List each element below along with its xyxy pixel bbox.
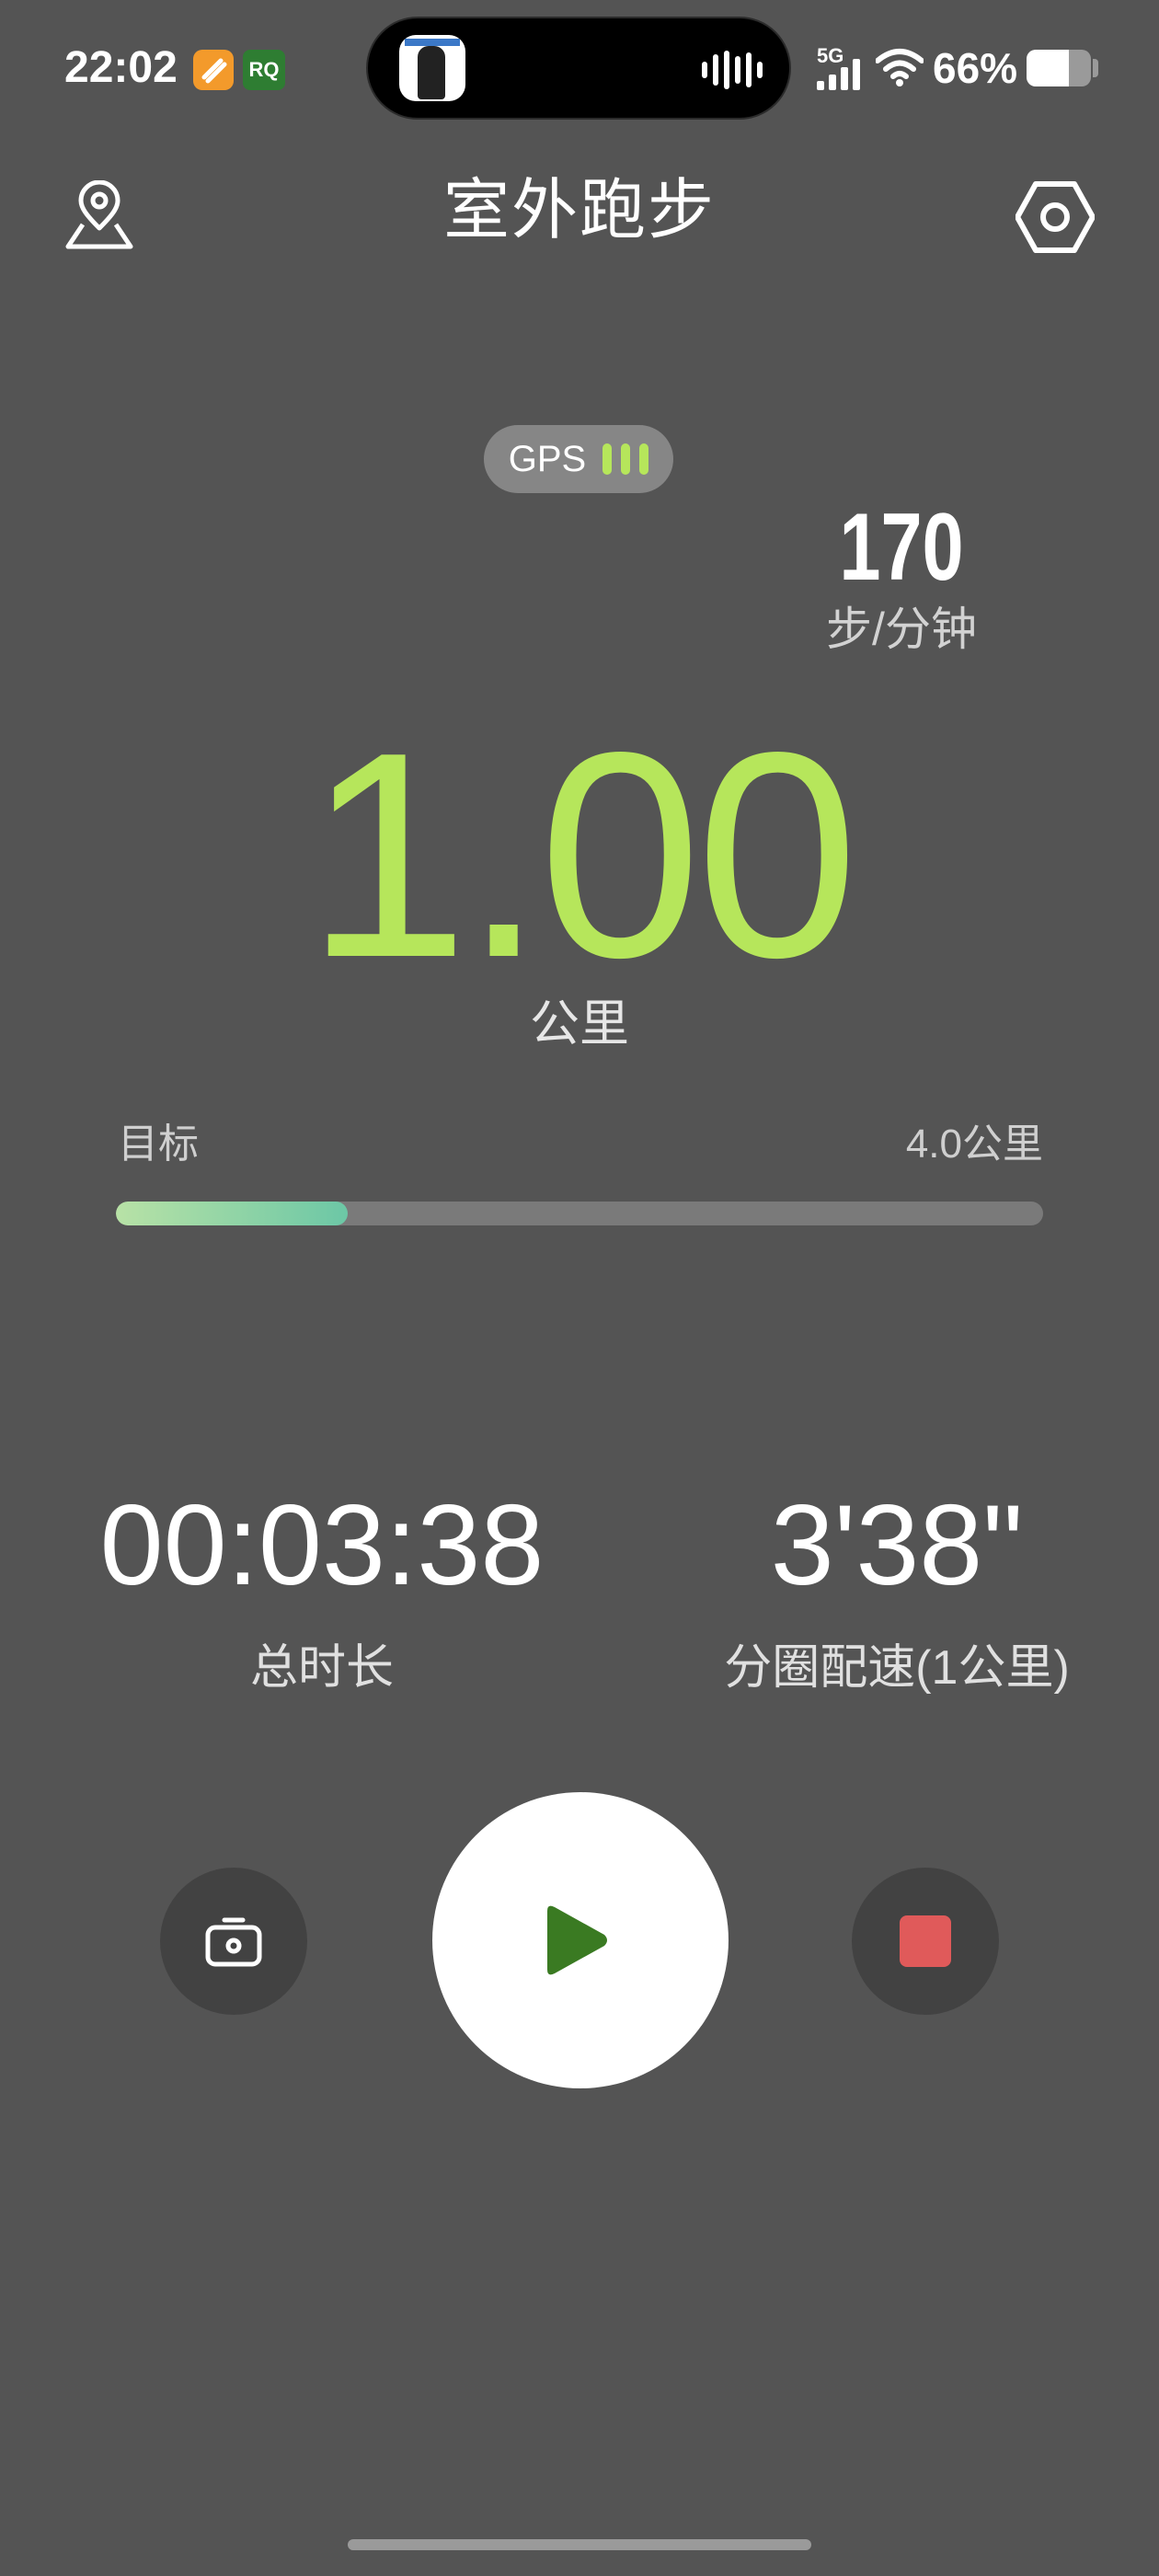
settings-hex-icon[interactable] (1016, 180, 1095, 254)
audio-wave-icon (702, 51, 763, 89)
battery-icon (1027, 50, 1091, 86)
rq-app-icon: RQ (243, 50, 285, 90)
goal-progress-bar (116, 1202, 1043, 1225)
lap-pace-label: 分圈配速(1公里) (724, 1641, 1070, 1695)
distance-value: 1.00 (305, 692, 859, 1018)
camera-button[interactable] (160, 1868, 307, 2015)
cadence-value: 170 (839, 494, 964, 601)
album-art-thumbnail (399, 35, 465, 101)
battery-tip (1093, 59, 1098, 77)
lap-pace-value: 3'38" (770, 1482, 1024, 1609)
distance-unit: 公里 (530, 996, 629, 1052)
goal-value: 4.0公里 (905, 1121, 1043, 1167)
status-time: 22:02 (64, 43, 178, 92)
resume-button[interactable] (432, 1792, 729, 2088)
cellular-signal-icon (817, 59, 860, 90)
gps-signal-icon (602, 443, 649, 475)
battery-percent: 66% (933, 44, 1018, 92)
total-duration-label: 总时长 (249, 1641, 394, 1695)
cadence-unit: 步/分钟 (826, 604, 977, 655)
home-indicator[interactable] (348, 2539, 811, 2550)
app-notification-icon (193, 50, 234, 90)
gps-label: GPS (508, 438, 587, 479)
dynamic-island[interactable] (366, 17, 791, 120)
play-icon (547, 1905, 607, 1975)
gps-status-pill: GPS (484, 425, 673, 493)
page-title: 室外跑步 (442, 174, 716, 247)
camera-icon (205, 1917, 262, 1967)
goal-label: 目标 (118, 1121, 199, 1167)
stop-button[interactable] (852, 1868, 999, 2015)
total-duration-value: 00:03:38 (99, 1482, 545, 1609)
stop-icon (900, 1915, 951, 1967)
wifi-icon (876, 49, 924, 86)
